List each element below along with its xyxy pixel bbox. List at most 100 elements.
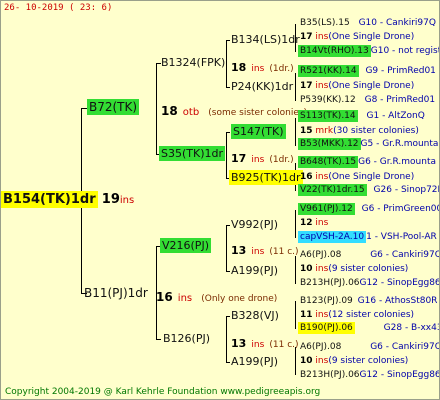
- queen-name[interactable]: B328(VJ): [231, 309, 279, 322]
- drone-unit: ins: [315, 218, 329, 228]
- queen-name[interactable]: A199(PJ): [231, 355, 278, 368]
- queen-gen4-0[interactable]: B35(LS).15 G10 - Cankiri97Q: [300, 19, 436, 28]
- connector-line: [226, 225, 230, 226]
- queen-gen3-1[interactable]: P24(KK)1dr: [231, 81, 293, 92]
- drone-unit: ins: [315, 264, 329, 274]
- queen-gen4-11[interactable]: B213H(PJ).06G12 - SinopEgg86R: [300, 278, 439, 288]
- queen-gen4-5[interactable]: B53(MKK).12 G5 - Gr.R.mounta: [298, 138, 439, 150]
- drone-count: 11: [300, 310, 313, 320]
- connector-line: [226, 132, 227, 178]
- queen-name[interactable]: B134(LS)1dr: [231, 33, 300, 46]
- drone-note: (9 sister colonies): [328, 264, 409, 274]
- drone-note: (9 sister colonies): [328, 356, 409, 366]
- line-info: G6 - PrimGreen00: [361, 204, 440, 214]
- line-info: G16 - AthosSt80R: [357, 296, 438, 306]
- queen-name[interactable]: R521(KK).14: [298, 65, 359, 77]
- queen-gen0[interactable]: B154(TK)1dr 19ins: [1, 191, 134, 208]
- queen-name[interactable]: B35(LS).15: [300, 18, 350, 28]
- queen-name[interactable]: B648(TK).15: [298, 156, 359, 168]
- timestamp-header: 26- 10-2019 ( 23: 6): [4, 3, 113, 13]
- queen-gen4-3[interactable]: P539(KK).12 G8 - PrimRed01: [300, 96, 435, 105]
- queen-gen4-9[interactable]: capVSH-2A.10 1 - VSH-Pool-AR: [298, 231, 437, 243]
- queen-name[interactable]: B53(MKK).12: [298, 138, 361, 150]
- queen-name[interactable]: B123(PJ).09: [300, 296, 353, 306]
- queen-gen4-13[interactable]: B190(PJ).06 G28 - B-xx43: [298, 322, 440, 334]
- queen-name[interactable]: B154(TK)1dr: [1, 191, 98, 208]
- queen-name[interactable]: B213H(PJ).06: [300, 278, 360, 288]
- queen-name[interactable]: V216(PJ): [160, 238, 211, 253]
- queen-gen4-1[interactable]: B14Vt(RHO).13 G10 - not registe: [298, 45, 439, 57]
- line-info: G6 - Gr.R.mounta: [358, 157, 436, 167]
- queen-gen3-5[interactable]: A199(PJ): [231, 265, 278, 276]
- connector-line: [295, 73, 296, 101]
- queen-name[interactable]: V961(PJ).12: [298, 203, 355, 215]
- queen-name[interactable]: A6(PJ).08: [300, 250, 341, 260]
- drone-count: 13: [231, 337, 247, 350]
- drone-count: 17: [300, 32, 313, 42]
- queen-gen4-8[interactable]: V961(PJ).12 G6 - PrimGreen00: [298, 203, 440, 215]
- drone-note: (12 sister colonies): [328, 310, 415, 320]
- connector-line: [295, 301, 296, 329]
- queen-gen1-1[interactable]: B11(PJ)1dr: [84, 287, 148, 299]
- queen-gen2-3[interactable]: B126(PJ): [163, 333, 210, 344]
- queen-gen4-12[interactable]: B123(PJ).09 G16 - AthosSt80R: [300, 297, 437, 306]
- line-info: G5 - Gr.R.mounta: [360, 139, 439, 149]
- queen-gen3-6[interactable]: B328(VJ): [231, 310, 279, 321]
- queen-gen4-7[interactable]: V22(TK)1dr.15 G26 - Sinop72R: [298, 184, 440, 196]
- queen-name[interactable]: capVSH-2A.10: [298, 231, 367, 243]
- queen-name[interactable]: B1324(FPK): [161, 56, 225, 69]
- queen-name[interactable]: V22(TK)1dr.15: [298, 184, 367, 196]
- queen-gen4-15[interactable]: B213H(PJ).06G12 - SinopEgg86R: [300, 370, 439, 380]
- drone-unit: ins: [315, 356, 329, 366]
- queen-gen2-0[interactable]: B1324(FPK): [161, 57, 225, 68]
- queen-name[interactable]: B925(TK)1dr: [229, 170, 303, 185]
- line-info: 1 - VSH-Pool-AR: [366, 232, 437, 242]
- queen-name[interactable]: S113(TK).14: [298, 110, 358, 122]
- queen-gen1-0[interactable]: B72(TK): [87, 99, 140, 115]
- queen-gen4-2[interactable]: R521(KK).14 G9 - PrimRed01: [298, 65, 436, 77]
- queen-gen4-6[interactable]: B648(TK).15 G6 - Gr.R.mounta: [298, 156, 436, 168]
- connector-line: [226, 132, 230, 133]
- drone-count: 19: [101, 192, 120, 207]
- queen-name[interactable]: A6(PJ).08: [300, 342, 341, 352]
- queen-name[interactable]: P539(KK).12: [300, 95, 356, 105]
- connector-line: [226, 316, 227, 362]
- drone-unit: ins: [251, 64, 265, 74]
- drone-note: (Only one drone): [201, 294, 278, 304]
- queen-gen4-14[interactable]: A6(PJ).08 G6 - Cankiri97Q: [300, 342, 439, 352]
- queen-gen3-2[interactable]: S147(TK): [231, 124, 286, 139]
- queen-gen3-3[interactable]: B925(TK)1dr: [229, 170, 303, 185]
- drone-count: 18: [161, 104, 178, 118]
- drone-count: 13: [231, 244, 247, 257]
- drone-note: (11 c.): [269, 247, 299, 257]
- queen-name[interactable]: B213H(PJ).06: [300, 370, 360, 380]
- queen-name[interactable]: B126(PJ): [163, 332, 210, 345]
- gen4-2-drones: 17 ins(One Single Drone): [300, 82, 414, 91]
- queen-name[interactable]: B14Vt(RHO).13: [298, 45, 371, 57]
- queen-gen4-4[interactable]: S113(TK).14 G1 - AltZonQ: [298, 110, 425, 122]
- queen-name[interactable]: B190(PJ).06: [298, 322, 355, 334]
- queen-gen4-10[interactable]: A6(PJ).08 G6 - Cankiri97Q: [300, 250, 439, 260]
- queen-gen2-1[interactable]: S35(TK)1dr: [159, 146, 225, 161]
- queen-name[interactable]: S147(TK): [231, 124, 286, 139]
- queen-name[interactable]: S35(TK)1dr: [159, 146, 225, 161]
- queen-name[interactable]: V992(PJ): [231, 218, 278, 231]
- drone-count: 17: [231, 152, 247, 165]
- queen-name[interactable]: A199(PJ): [231, 264, 278, 277]
- drone-note: (1dr.): [269, 155, 294, 165]
- queen-name[interactable]: P24(KK)1dr: [231, 80, 293, 93]
- drone-unit: ins: [315, 172, 329, 182]
- queen-gen3-7[interactable]: A199(PJ): [231, 356, 278, 367]
- line-info: G28 - B-xx43: [383, 323, 440, 333]
- line-info: G26 - Sinop72R: [373, 185, 440, 195]
- queen-gen3-0[interactable]: B134(LS)1dr: [231, 34, 300, 45]
- queen-name[interactable]: B11(PJ)1dr: [84, 286, 148, 300]
- connector-line: [295, 118, 296, 146]
- gen2-3-drones: 13 ins (11 c.): [231, 334, 299, 350]
- drone-count: 16: [156, 290, 173, 304]
- queen-gen2-2[interactable]: V216(PJ): [160, 238, 211, 253]
- queen-gen3-4[interactable]: V992(PJ): [231, 219, 278, 230]
- queen-name[interactable]: B72(TK): [87, 99, 140, 115]
- connector-line: [226, 40, 230, 41]
- drone-count: 12: [300, 218, 313, 228]
